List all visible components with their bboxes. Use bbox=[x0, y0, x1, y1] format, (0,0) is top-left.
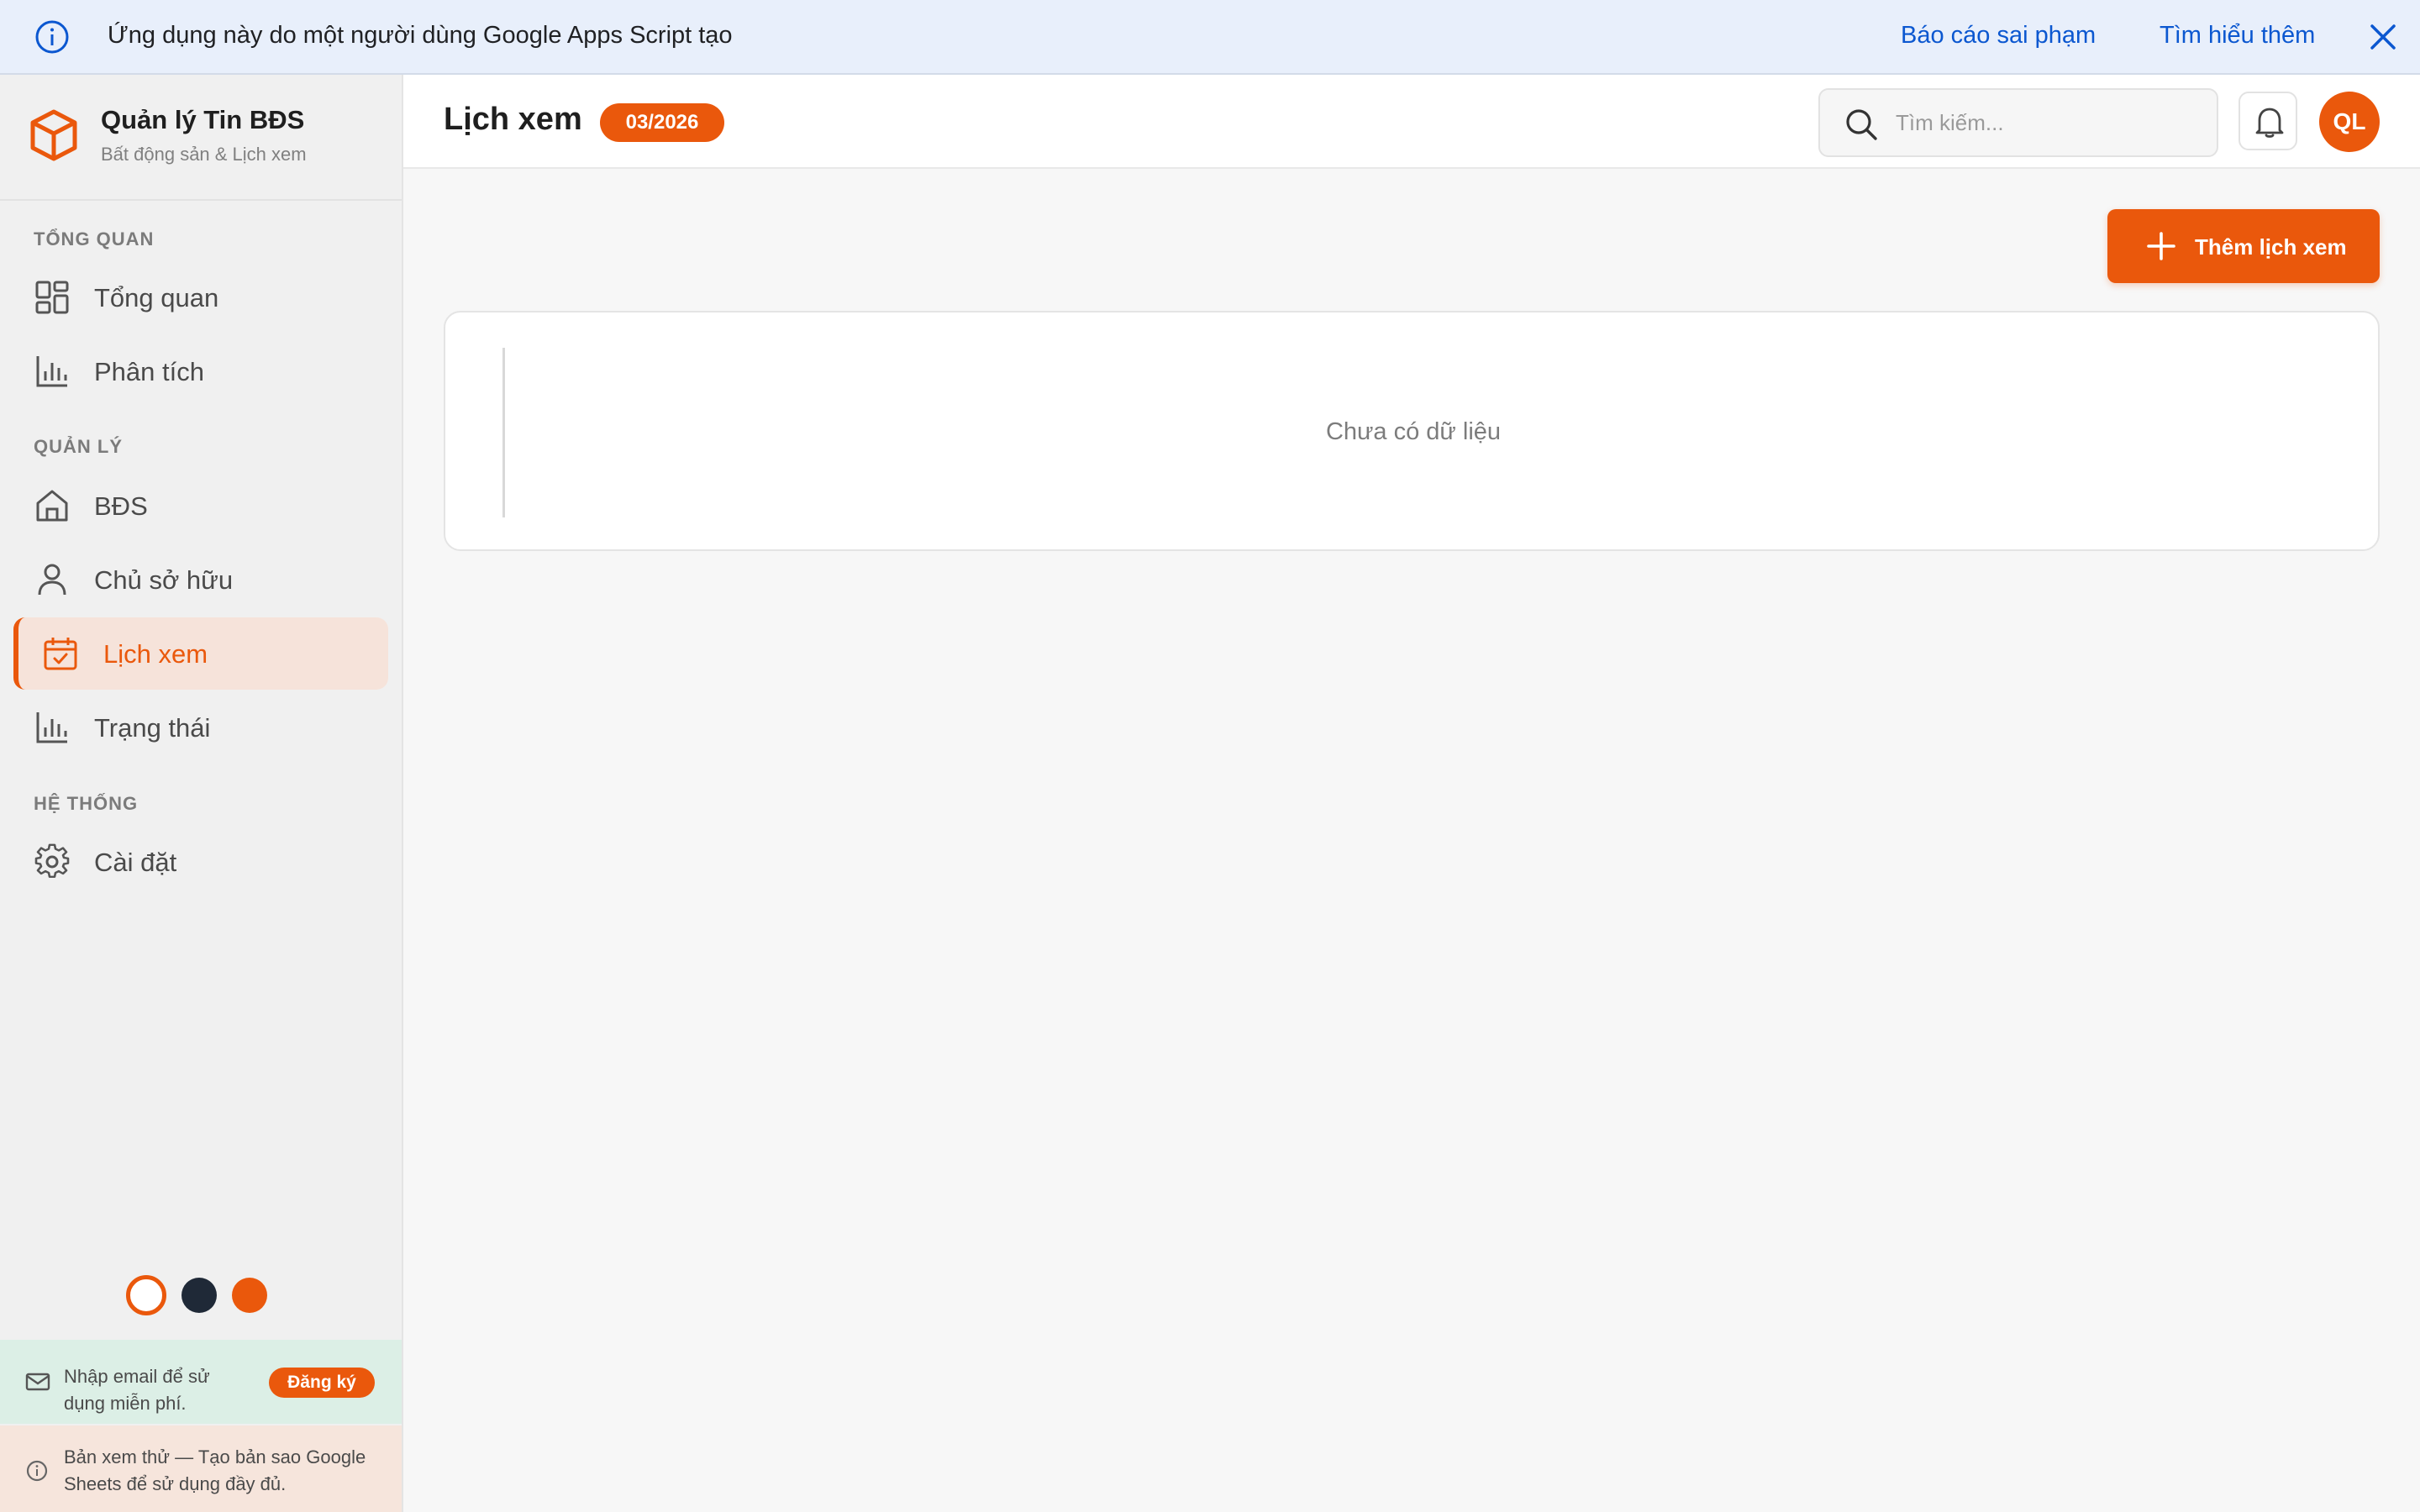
plus-icon bbox=[2147, 232, 2175, 260]
report-abuse-link[interactable]: Báo cáo sai phạm bbox=[1901, 22, 2096, 50]
sidebar-item-label: Cài đặt bbox=[94, 848, 177, 877]
empty-state-text: Chưa có dữ liệu bbox=[1325, 418, 1502, 445]
theme-swatch-orange[interactable] bbox=[232, 1278, 267, 1313]
schedule-list-card: Chưa có dữ liệu bbox=[444, 311, 2380, 551]
learn-more-link[interactable]: Tìm hiểu thêm bbox=[2160, 22, 2315, 50]
close-icon[interactable] bbox=[2368, 22, 2398, 52]
search-input[interactable]: Tìm kiếm... bbox=[1818, 88, 2218, 157]
search-icon bbox=[1846, 109, 1877, 140]
sidebar-item-analytics[interactable]: Phân tích bbox=[13, 335, 388, 407]
info-icon bbox=[26, 1460, 48, 1482]
cube-logo-icon bbox=[30, 109, 77, 161]
add-schedule-button[interactable]: Thêm lịch xem bbox=[2107, 209, 2380, 283]
sidebar-item-label: Lịch xem bbox=[103, 639, 208, 669]
section-overview: TỔNG QUAN bbox=[34, 228, 155, 249]
top-header: Lịch xem 03/2026 Tìm kiếm... QL bbox=[403, 75, 2420, 169]
info-icon bbox=[35, 20, 69, 54]
sidebar-item-label: Chủ sở hữu bbox=[94, 565, 234, 595]
brand-name: Quản lý Tin BĐS bbox=[101, 105, 305, 134]
sidebar-item-properties[interactable]: BĐS bbox=[13, 470, 388, 542]
search-placeholder: Tìm kiếm... bbox=[1896, 110, 2004, 135]
period-badge: 03/2026 bbox=[600, 103, 724, 142]
sidebar-item-status[interactable]: Trạng thái bbox=[13, 691, 388, 764]
brand-header: Quản lý Tin BĐS Bất động sản & Lịch xem bbox=[0, 75, 402, 201]
sidebar-item-schedule[interactable]: Lịch xem bbox=[13, 617, 388, 690]
notifications-button[interactable] bbox=[2238, 92, 2297, 150]
sidebar-item-owners[interactable]: Chủ sở hữu bbox=[13, 543, 388, 616]
sidebar-item-overview[interactable]: Tổng quan bbox=[13, 261, 388, 333]
brand-subtitle: Bất động sản & Lịch xem bbox=[101, 144, 307, 165]
bar-chart-icon bbox=[36, 356, 67, 387]
trial-notice-text: Bản xem thử — Tạo bản sao Google Sheets … bbox=[64, 1446, 366, 1494]
email-prompt-text: Nhập email để sử dụng miễn phí. bbox=[64, 1366, 210, 1414]
sidebar: Quản lý Tin BĐS Bất động sản & Lịch xem … bbox=[0, 75, 403, 1512]
sidebar-item-settings[interactable]: Cài đặt bbox=[13, 826, 388, 898]
section-manage: QUẢN LÝ bbox=[34, 436, 123, 457]
sidebar-item-label: Trạng thái bbox=[94, 713, 211, 743]
user-avatar[interactable]: QL bbox=[2319, 92, 2380, 152]
bell-icon bbox=[2255, 108, 2284, 138]
grid-icon bbox=[35, 281, 69, 314]
theme-swatch-light[interactable] bbox=[126, 1275, 166, 1315]
user-icon bbox=[38, 564, 66, 596]
home-icon bbox=[36, 490, 68, 522]
page-title: Lịch xem bbox=[444, 102, 582, 137]
banner-message: Ứng dụng này do một người dùng Google Ap… bbox=[108, 22, 733, 49]
gear-icon bbox=[34, 843, 70, 879]
calendar-check-icon bbox=[44, 638, 77, 670]
email-signup-box: Nhập email để sử dụng miễn phí. Đăng ký bbox=[0, 1340, 402, 1424]
add-schedule-label: Thêm lịch xem bbox=[2195, 234, 2347, 260]
theme-switcher bbox=[126, 1274, 267, 1316]
mail-icon bbox=[25, 1373, 50, 1391]
sidebar-item-label: Phân tích bbox=[94, 357, 204, 386]
trial-notice-box: Bản xem thử — Tạo bản sao Google Sheets … bbox=[0, 1425, 402, 1512]
sidebar-item-label: Tổng quan bbox=[94, 283, 219, 312]
sidebar-item-label: BĐS bbox=[94, 491, 148, 521]
section-system: HỆ THỐNG bbox=[34, 793, 139, 814]
theme-swatch-dark[interactable] bbox=[182, 1278, 217, 1313]
register-button[interactable]: Đăng ký bbox=[269, 1368, 375, 1398]
apps-script-banner: Ứng dụng này do một người dùng Google Ap… bbox=[0, 0, 2420, 75]
bar-chart-icon bbox=[36, 712, 67, 743]
